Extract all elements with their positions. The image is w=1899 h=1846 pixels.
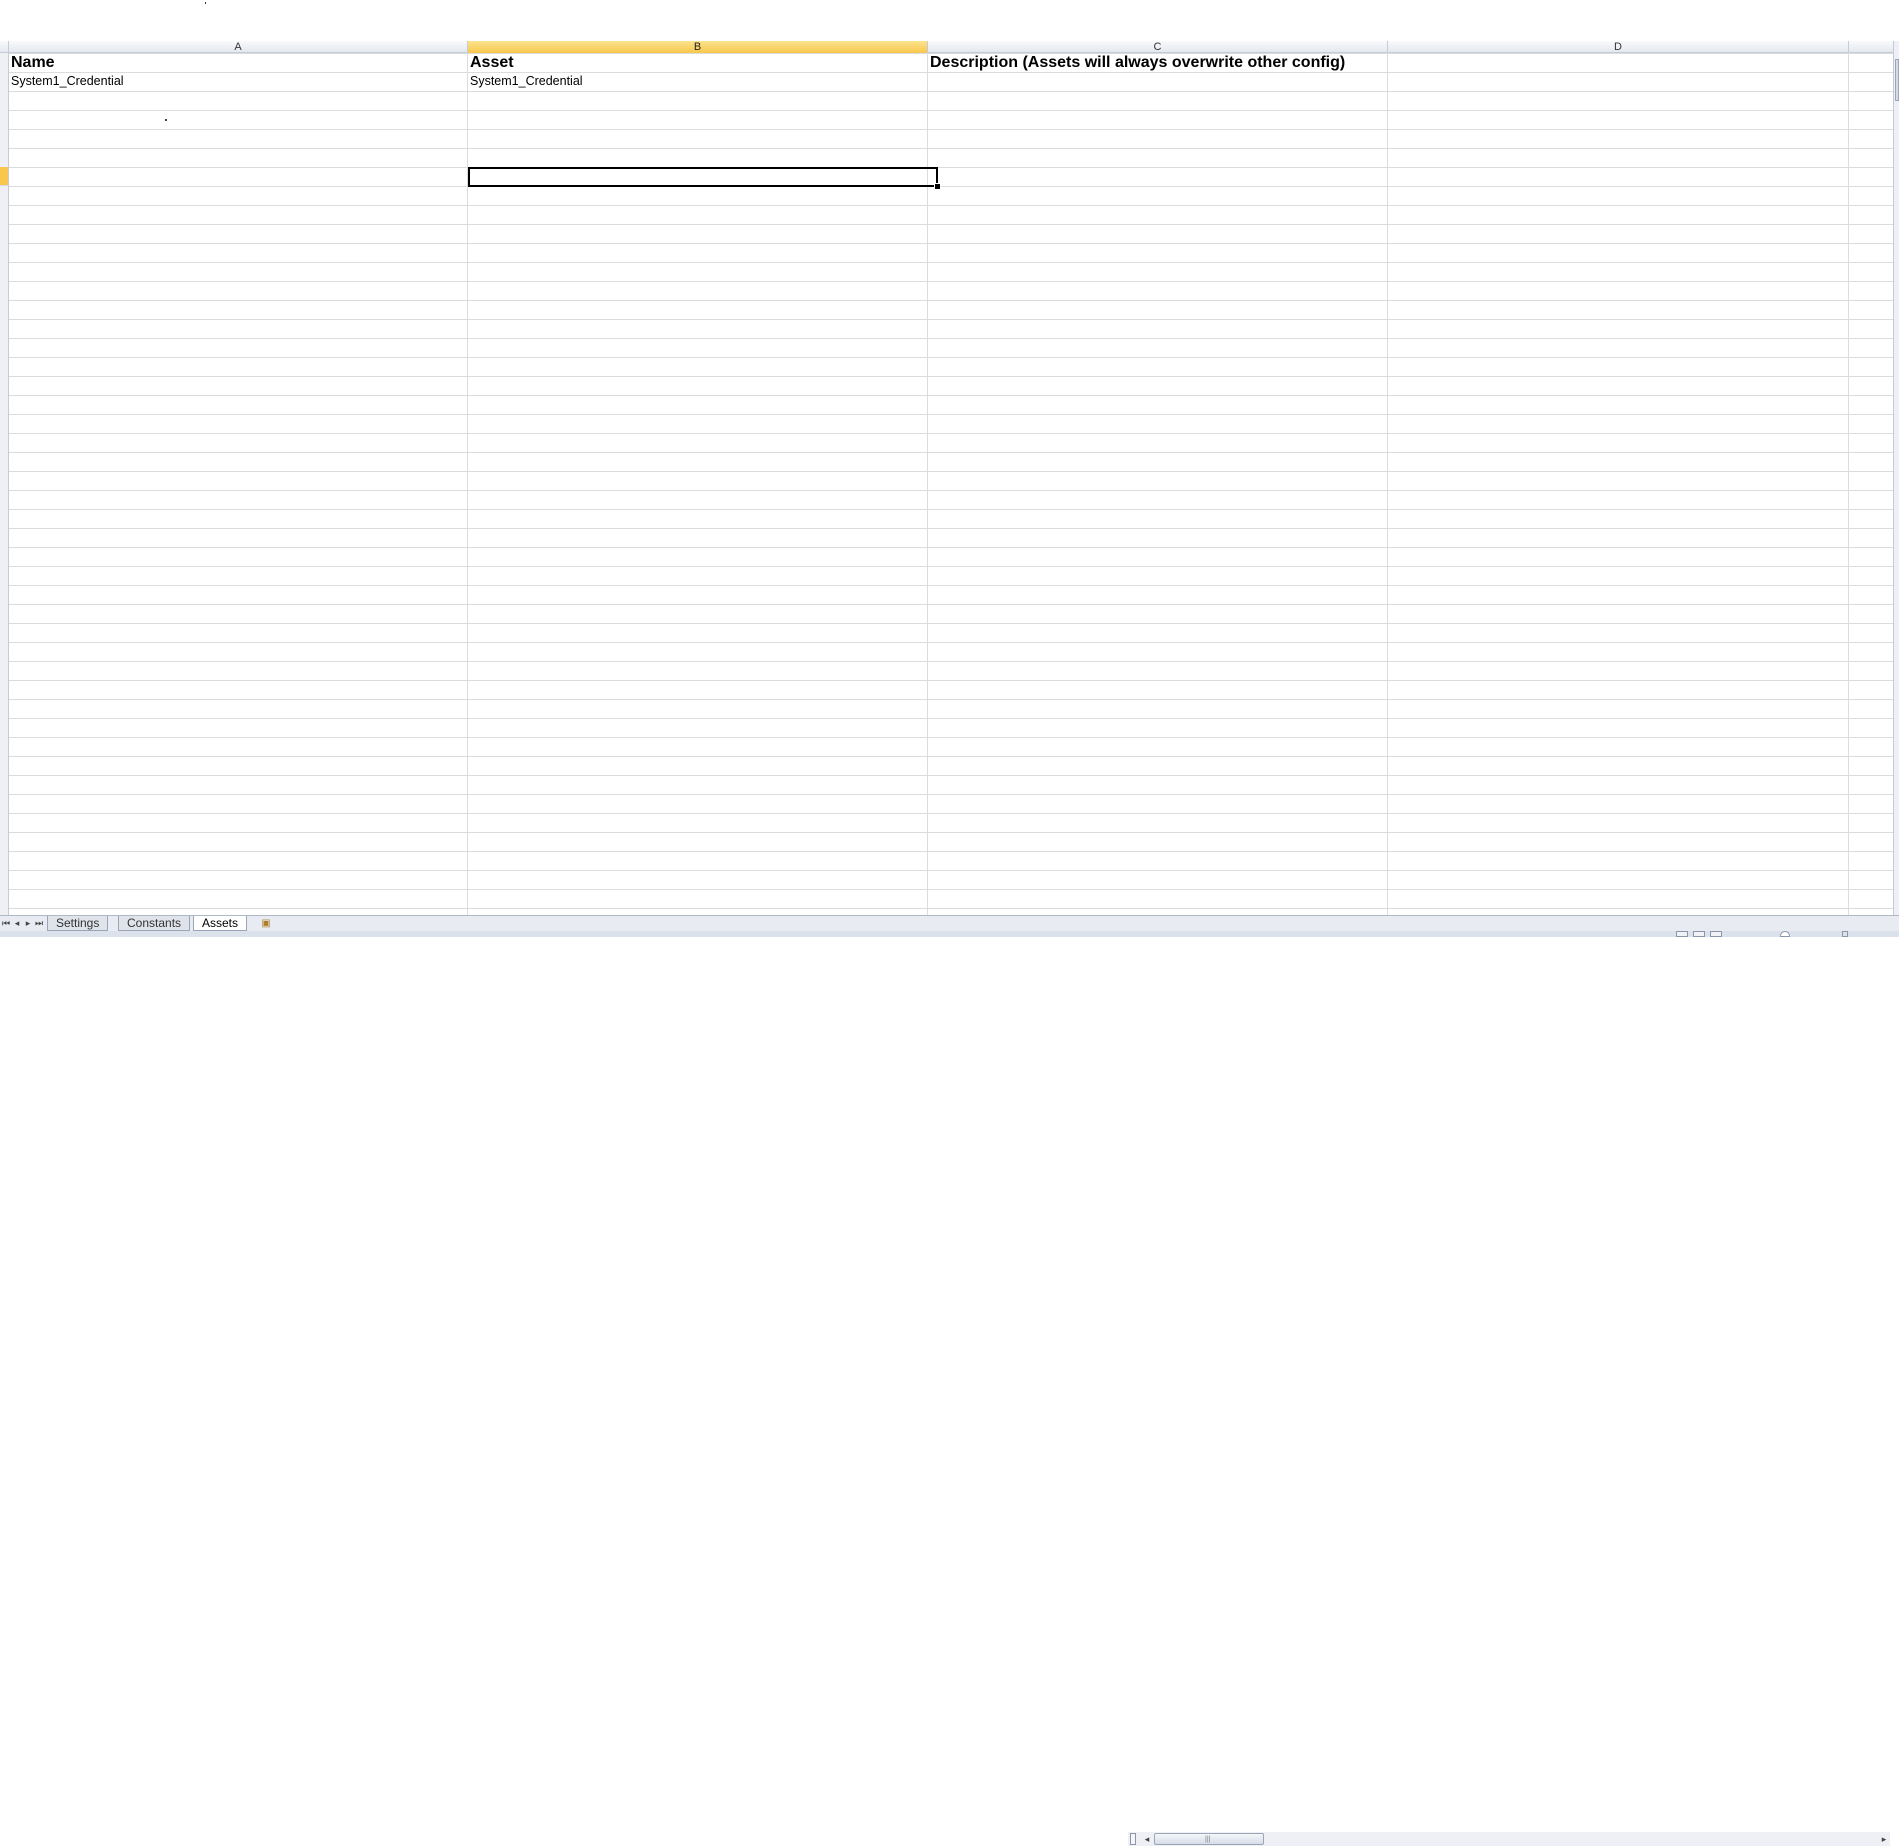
column-header-a[interactable]: A <box>9 41 468 53</box>
cell-a2[interactable]: System1_Credential <box>9 72 467 91</box>
sheet-tab-bar: ⏮ ◂ ▸ ⏭ Settings Constants Assets ▣ ◂ ||… <box>0 915 1899 1846</box>
prev-sheet-icon[interactable]: ◂ <box>12 917 22 930</box>
last-sheet-icon[interactable]: ⏭ <box>34 917 44 930</box>
normal-view-icon[interactable] <box>1676 931 1688 937</box>
first-sheet-icon[interactable]: ⏮ <box>1 917 11 930</box>
column-divider <box>1387 53 1388 915</box>
zoom-slider-icon[interactable] <box>1780 931 1790 937</box>
page-layout-view-icon[interactable] <box>1693 931 1705 937</box>
worksheet-grid[interactable]: Name Asset Description (Assets will alwa… <box>9 53 1899 915</box>
ribbon-artifact <box>205 2 206 4</box>
column-header-c[interactable]: C <box>928 41 1388 53</box>
vertical-scroll-thumb[interactable] <box>1895 59 1899 101</box>
zoom-in-icon[interactable] <box>1842 931 1848 937</box>
column-header-b[interactable]: B <box>468 41 928 53</box>
select-all-corner[interactable] <box>0 41 9 53</box>
insert-sheet-icon[interactable]: ▣ <box>258 917 274 930</box>
status-bar <box>0 931 1899 937</box>
column-header-d[interactable]: D <box>1388 41 1849 53</box>
column-header-e[interactable] <box>1849 41 1893 53</box>
tab-settings[interactable]: Settings <box>47 916 109 931</box>
cell-a1[interactable]: Name <box>9 53 467 72</box>
horizontal-scrollbar[interactable]: ◂ ||| ▸ <box>1128 1832 1890 1846</box>
page-break-view-icon[interactable] <box>1710 931 1722 937</box>
scroll-left-icon[interactable]: ◂ <box>1141 1832 1153 1846</box>
cell-c1[interactable]: Description (Assets will always overwrit… <box>928 53 1386 72</box>
row-header-selected[interactable] <box>0 167 8 186</box>
grip-icon: ||| <box>1205 1836 1211 1843</box>
ribbon-area <box>0 0 1899 41</box>
cell-b1[interactable]: Asset <box>468 53 926 72</box>
scroll-right-icon[interactable]: ▸ <box>1878 1832 1890 1846</box>
tab-constants[interactable]: Constants <box>118 916 191 931</box>
tab-assets[interactable]: Assets <box>193 916 248 931</box>
cell-b2[interactable]: System1_Credential <box>468 72 926 91</box>
split-handle[interactable] <box>1130 1833 1136 1845</box>
next-sheet-icon[interactable]: ▸ <box>23 917 33 930</box>
column-divider <box>1848 53 1849 915</box>
active-cell-selection[interactable] <box>468 167 938 187</box>
vertical-scrollbar[interactable] <box>1893 41 1899 915</box>
column-header-row: A B C D <box>0 41 1899 53</box>
cell-artifact <box>165 119 167 121</box>
fill-handle[interactable] <box>934 183 941 190</box>
horizontal-scroll-thumb[interactable]: ||| <box>1154 1833 1264 1845</box>
row-header-strip[interactable] <box>0 53 9 915</box>
